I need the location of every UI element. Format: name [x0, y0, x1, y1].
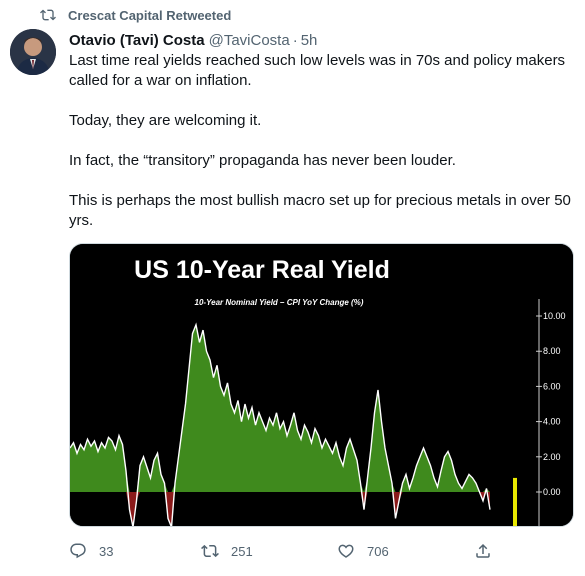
tweet-paragraph: Today, they are welcoming it.: [69, 112, 262, 129]
tweet-paragraph: Last time real yields reached such low l…: [69, 52, 566, 89]
header-separator: ·: [292, 31, 298, 49]
share-button[interactable]: [474, 540, 504, 562]
y-tick-label: 10.00: [543, 311, 566, 321]
tweet-paragraph: This is perhaps the most bullish macro s…: [69, 192, 571, 229]
share-icon: [476, 543, 490, 558]
tweet-text: Last time real yields reached such low l…: [69, 51, 579, 251]
y-tick-label: 6.00: [543, 381, 561, 391]
reply-icon: [70, 543, 86, 559]
tweet-header: Otavio (Tavi) Costa @TaviCosta · 5h: [69, 30, 317, 50]
retweet-button[interactable]: 251: [201, 540, 253, 562]
retweeted-by-label: Crescat Capital Retweeted: [68, 7, 232, 23]
like-button[interactable]: 706: [337, 540, 389, 562]
chart-title: US 10-Year Real Yield: [134, 256, 390, 284]
y-tick-label: 0.00: [543, 487, 561, 497]
chart-subtitle: 10-Year Nominal Yield – CPI YoY Change (…: [195, 298, 364, 307]
retweeted-by-row[interactable]: Crescat Capital Retweeted: [40, 6, 231, 24]
retweet-icon: [40, 9, 56, 21]
tweet-actions: 33 251 706: [69, 540, 509, 562]
y-tick-label: 2.00: [543, 452, 561, 462]
reply-count: 33: [99, 543, 114, 559]
y-tick-label: 4.00: [543, 417, 561, 427]
tweet-timestamp[interactable]: 5h: [301, 32, 318, 49]
retweet-count: 251: [231, 543, 253, 559]
reply-button[interactable]: 33: [69, 540, 113, 562]
y-tick-label: 8.00: [543, 346, 561, 356]
avatar-image: [10, 29, 56, 75]
tweet-media-chart[interactable]: US 10-Year Real Yield 10-Year Nominal Yi…: [69, 243, 574, 527]
author-display-name[interactable]: Otavio (Tavi) Costa: [69, 32, 205, 49]
avatar[interactable]: [10, 29, 56, 75]
retweet-icon: [201, 544, 219, 558]
tweet-paragraph: In fact, the “transitory” propaganda has…: [69, 152, 456, 169]
like-count: 706: [367, 543, 389, 559]
author-handle[interactable]: @TaviCosta: [209, 32, 290, 49]
chart-svg: US 10-Year Real Yield 10-Year Nominal Yi…: [70, 244, 573, 526]
latest-value-marker: [513, 477, 517, 526]
heart-icon: [338, 544, 354, 558]
